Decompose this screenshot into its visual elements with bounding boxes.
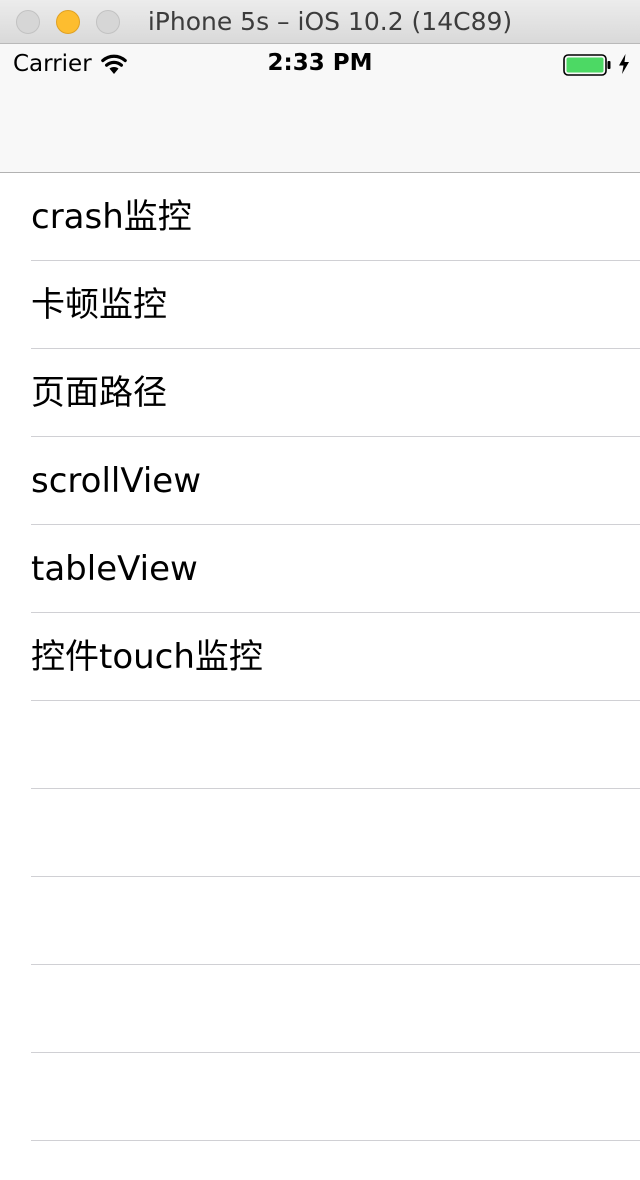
- table-row[interactable]: crash监控: [0, 173, 640, 261]
- battery-icon: [563, 54, 611, 76]
- empty-table-row: [0, 877, 640, 965]
- empty-table-row: [0, 1141, 640, 1180]
- row-label: scrollView: [31, 461, 202, 501]
- empty-table-row: [0, 789, 640, 877]
- navigation-bar: [0, 84, 640, 173]
- window-titlebar: iPhone 5s – iOS 10.2 (14C89): [0, 0, 640, 44]
- table-row[interactable]: 卡顿监控: [0, 261, 640, 349]
- monitor-table-view[interactable]: crash监控 卡顿监控 页面路径 scrollView tableView 控…: [0, 173, 640, 1180]
- window-title: iPhone 5s – iOS 10.2 (14C89): [147, 7, 513, 36]
- table-row[interactable]: scrollView: [0, 437, 640, 525]
- empty-table-row: [0, 965, 640, 1053]
- row-label: crash监控: [31, 197, 192, 237]
- table-row[interactable]: 页面路径: [0, 349, 640, 437]
- empty-table-row: [0, 1053, 640, 1141]
- status-bar: Carrier 2:33 PM: [0, 44, 640, 84]
- table-row[interactable]: tableView: [0, 525, 640, 613]
- charging-icon: [619, 54, 629, 74]
- table-row[interactable]: 控件touch监控: [0, 613, 640, 701]
- row-label: 控件touch监控: [31, 637, 263, 677]
- row-label: 页面路径: [31, 373, 167, 413]
- status-time: 2:33 PM: [267, 50, 373, 76]
- simulator-window: iPhone 5s – iOS 10.2 (14C89) Carrier 2:3…: [0, 0, 640, 1180]
- row-label: 卡顿监控: [31, 285, 167, 325]
- row-label: tableView: [31, 549, 198, 589]
- empty-table-row: [0, 701, 640, 789]
